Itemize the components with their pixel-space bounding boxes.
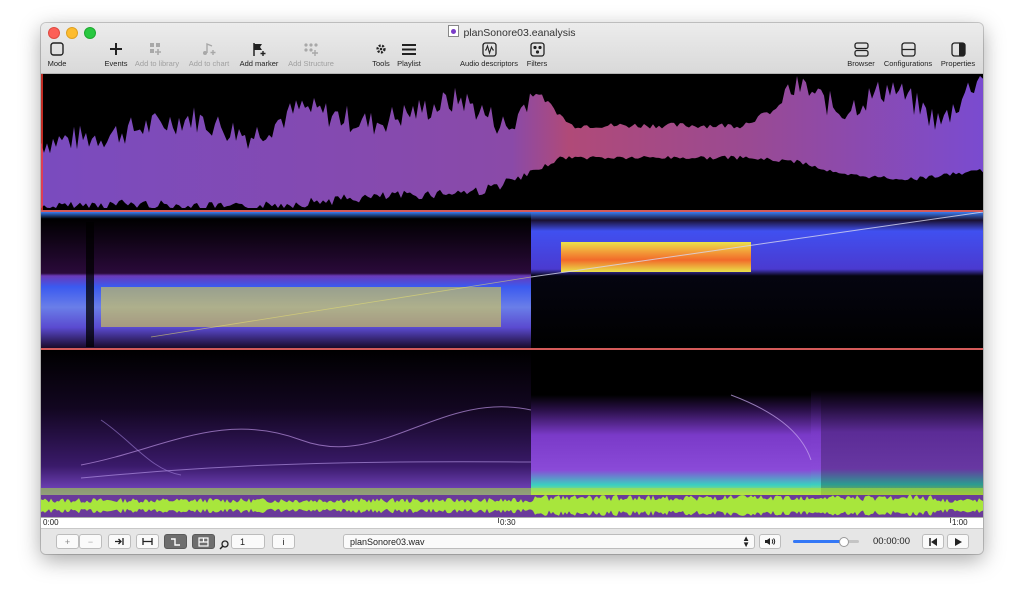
audio-descriptors-label: Audio descriptors — [460, 59, 518, 68]
filters-icon — [529, 41, 545, 57]
spectrum-hot-band-left — [101, 287, 501, 327]
spectrum-right-region — [531, 212, 983, 348]
properties-button[interactable]: Properties — [939, 40, 977, 72]
mode-label: Mode — [47, 59, 67, 68]
window-title: planSonore03.eanalysis — [41, 25, 983, 39]
plus-icon — [110, 43, 122, 55]
structure-add-icon — [304, 43, 318, 56]
envelope-view[interactable] — [41, 74, 983, 210]
add-to-chart-button[interactable]: Add to chart — [186, 40, 232, 72]
rewind-button[interactable] — [922, 534, 944, 549]
list-icon — [402, 43, 416, 55]
sonogram-view[interactable] — [41, 350, 983, 495]
volume-slider-fill — [793, 540, 845, 543]
playlist-button[interactable]: Playlist — [395, 40, 423, 72]
sonogram-middle-region — [531, 395, 821, 495]
playlist-label: Playlist — [397, 59, 421, 68]
snap-start-button[interactable] — [108, 534, 131, 549]
sonogram-left-region — [41, 350, 531, 495]
play-icon — [955, 537, 962, 546]
fit-width-button[interactable] — [136, 534, 159, 549]
spectrum-left-region — [41, 212, 531, 348]
link-mode-button[interactable] — [164, 534, 187, 549]
mode-icon — [50, 42, 64, 56]
time-label-mid: 0:30 — [500, 518, 516, 527]
add-marker-button[interactable]: Add marker — [236, 40, 282, 72]
audio-descriptors-button[interactable]: Audio descriptors — [457, 40, 521, 72]
layout-mode-button[interactable] — [192, 534, 215, 549]
analysis-area[interactable]: 0:00 0:30 1:00 — [41, 74, 983, 529]
skip-back-icon — [928, 537, 937, 546]
window-title-text: planSonore03.eanalysis — [463, 27, 576, 39]
layout-icon — [198, 536, 209, 547]
gear-icon — [376, 44, 386, 54]
browser-icon — [853, 41, 869, 57]
mode-button[interactable]: Mode — [45, 40, 69, 72]
audio-file-select[interactable]: planSonore03.wav ▲ ▼ — [343, 534, 755, 549]
app-window: planSonore03.eanalysis Mode Events Add t… — [41, 23, 983, 554]
configurations-button[interactable]: Configurations — [880, 40, 936, 72]
tools-label: Tools — [372, 59, 390, 68]
zoom-field[interactable]: 1 — [231, 534, 265, 549]
speaker-icon — [765, 538, 776, 545]
zoom-icon — [219, 537, 229, 554]
time-tick — [950, 518, 951, 523]
info-button[interactable]: i — [272, 534, 295, 549]
sidebar-right-icon — [950, 41, 966, 57]
configurations-icon — [900, 41, 916, 57]
transport-bar: + − 1 i planSonore03.wav ▲ ▼ 00:00:00 — [41, 528, 983, 554]
time-display: 00:00:00 — [873, 536, 910, 547]
library-add-icon — [150, 43, 161, 55]
events-button[interactable]: Events — [101, 40, 131, 72]
add-marker-label: Add marker — [239, 59, 279, 68]
events-label: Events — [104, 59, 128, 68]
configurations-label: Configurations — [883, 59, 933, 68]
add-to-library-label: Add to library — [134, 59, 180, 68]
sonogram-right-region — [811, 390, 983, 495]
add-to-chart-label: Add to chart — [188, 59, 230, 68]
fit-width-icon — [142, 538, 153, 545]
add-structure-label: Add Structure — [288, 59, 334, 68]
browser-button[interactable]: Browser — [845, 40, 877, 72]
tools-button[interactable]: Tools — [371, 40, 391, 72]
remove-button[interactable]: − — [79, 534, 102, 549]
spectrum-view[interactable] — [41, 212, 983, 348]
browser-label: Browser — [847, 59, 875, 68]
document-icon — [448, 25, 460, 37]
filters-button[interactable]: Filters — [525, 40, 549, 72]
time-tick — [498, 518, 499, 523]
volume-slider-knob[interactable] — [839, 537, 850, 547]
volume-slider[interactable] — [793, 537, 859, 547]
volume-button[interactable] — [759, 534, 781, 549]
time-label-end: 1:00 — [952, 518, 968, 527]
flag-add-icon — [253, 42, 266, 56]
arrow-to-line-icon — [115, 538, 124, 545]
titlebar: planSonore03.eanalysis Mode Events Add t… — [41, 23, 983, 74]
play-button[interactable] — [947, 534, 969, 549]
time-label-start: 0:00 — [43, 518, 59, 527]
add-to-library-button[interactable]: Add to library — [132, 40, 182, 72]
properties-label: Properties — [940, 59, 976, 68]
music-note-add-icon — [203, 42, 216, 55]
add-button[interactable]: + — [56, 534, 79, 549]
waveform-view[interactable] — [41, 495, 983, 517]
select-arrows-icon: ▲ ▼ — [742, 534, 750, 549]
spectrum-hot-band-right — [561, 242, 751, 272]
waveform-icon — [481, 41, 497, 57]
add-structure-button[interactable]: Add Structure — [285, 40, 337, 72]
audio-file-name: planSonore03.wav — [350, 536, 425, 547]
filters-label: Filters — [526, 59, 548, 68]
step-icon — [171, 537, 180, 546]
